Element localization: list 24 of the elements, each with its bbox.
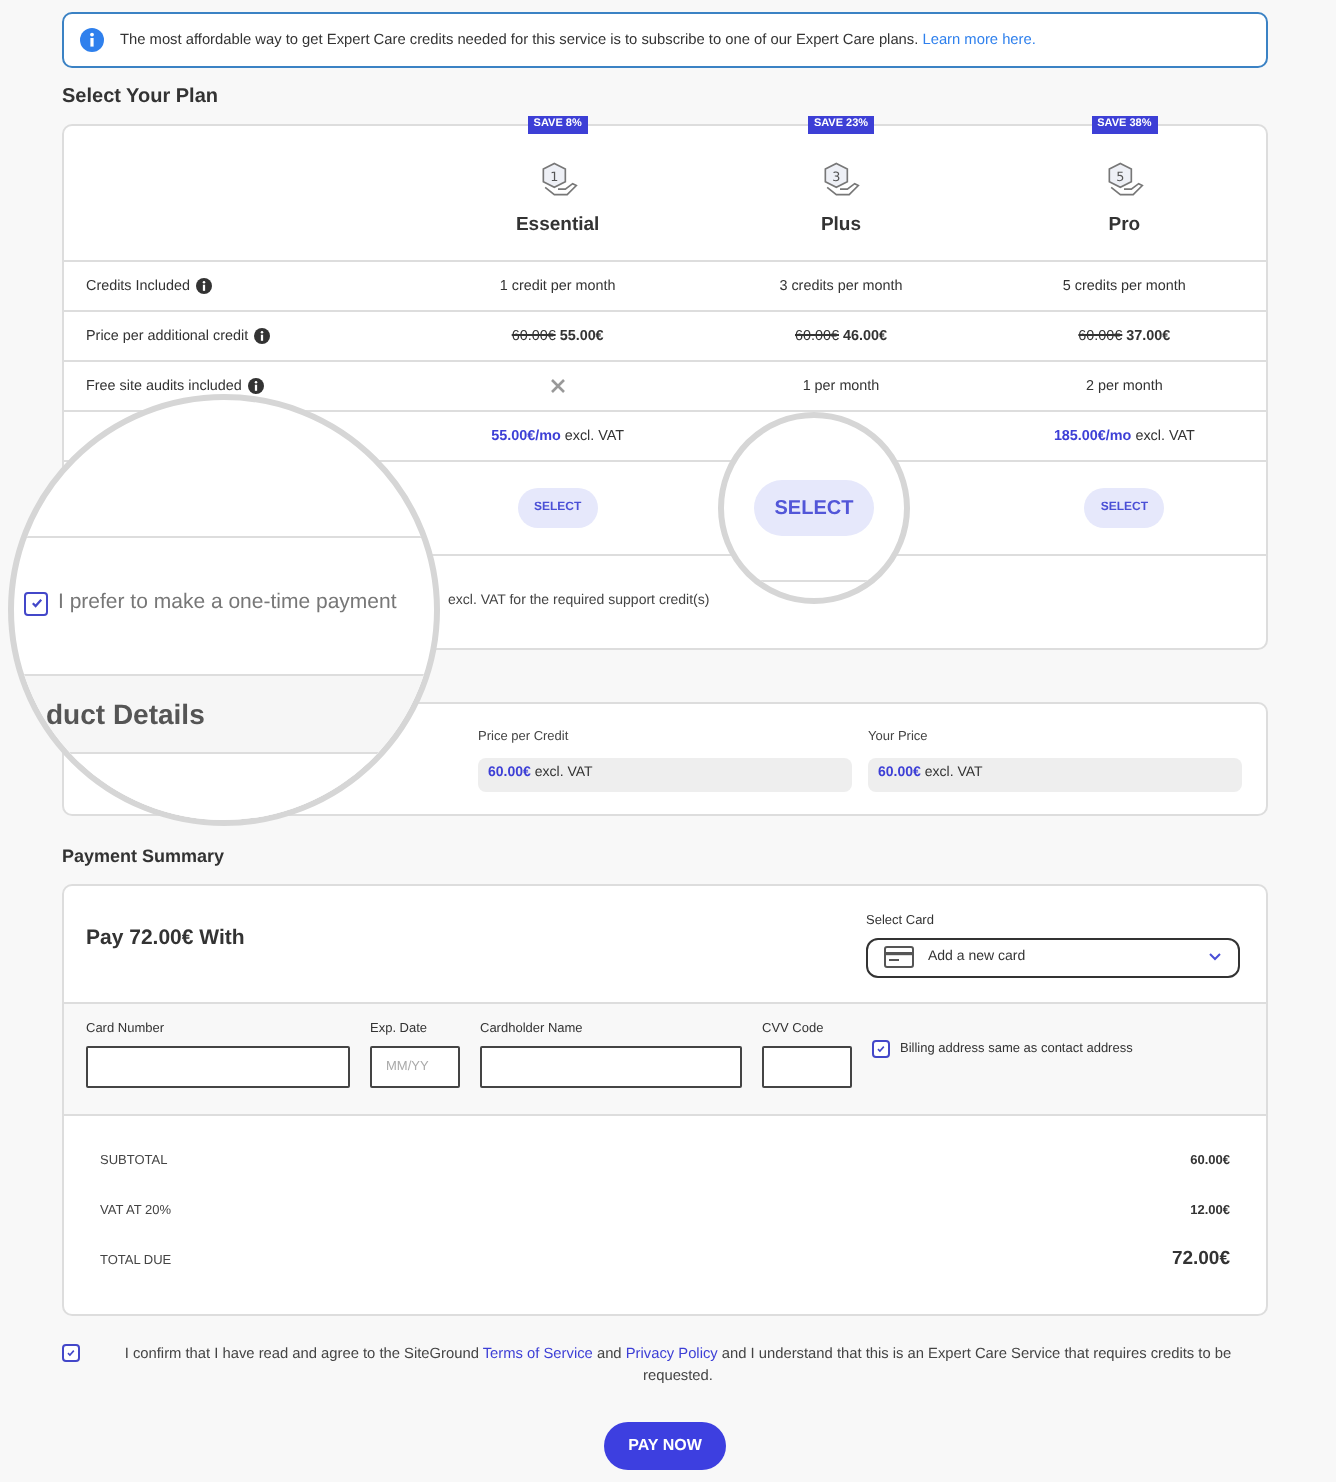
checkbox-label: I prefer to make a one-time payment bbox=[58, 588, 397, 618]
section-title: duct Details bbox=[46, 696, 205, 734]
input-field[interactable] bbox=[762, 1045, 852, 1088]
checkbox[interactable] bbox=[872, 1040, 890, 1059]
section-title: Payment Summary bbox=[62, 844, 227, 870]
chevron-down-icon bbox=[1208, 952, 1222, 963]
close-icon bbox=[549, 378, 566, 394]
payment-heading: Pay 72.00€ With bbox=[86, 924, 245, 954]
plan-name: Plus bbox=[820, 212, 862, 240]
checkmark-icon bbox=[29, 596, 43, 611]
plan-name: Pro bbox=[1108, 212, 1141, 240]
info-icon bbox=[80, 28, 104, 52]
checkbox[interactable] bbox=[24, 591, 48, 616]
select-button[interactable]: SELECT bbox=[754, 480, 874, 536]
checkmark-icon bbox=[66, 1348, 76, 1358]
checkmark-icon bbox=[876, 1044, 886, 1055]
pay-now-button[interactable]: PAY NOW bbox=[604, 1422, 726, 1470]
section-title: Select Your Plan bbox=[62, 84, 220, 110]
summary-value: 72.00€ bbox=[1171, 1246, 1230, 1275]
input-field[interactable] bbox=[86, 1045, 350, 1088]
checkbox[interactable] bbox=[62, 1344, 80, 1362]
plan-name: Essential bbox=[515, 212, 600, 240]
input-field[interactable] bbox=[480, 1045, 742, 1088]
credit-card-icon bbox=[884, 946, 914, 969]
